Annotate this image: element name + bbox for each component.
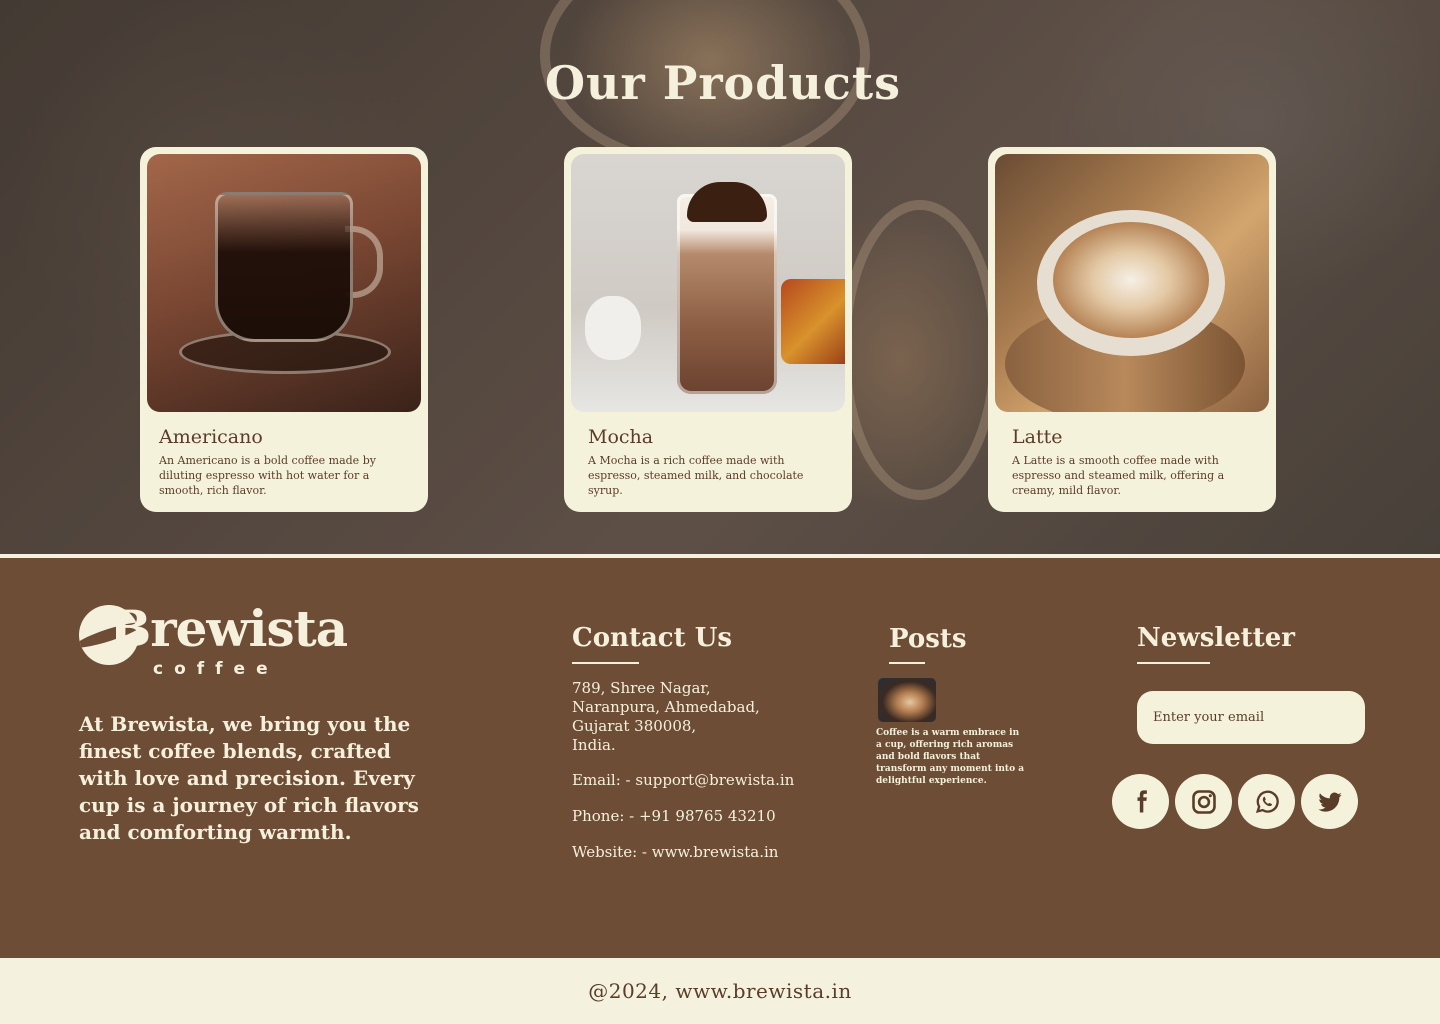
instagram-button[interactable] [1175,774,1232,829]
product-description: A Mocha is a rich coffee made with espre… [588,454,804,497]
copyright-bar: @2024, www.brewista.in [0,958,1440,1024]
address-line: Gujarat 380008, [572,717,697,735]
contact-website[interactable]: Website: - www.brewista.in [572,843,778,861]
post-excerpt[interactable]: Coffee is a warm embrace in a cup, offer… [876,727,1028,787]
twitter-icon [1317,792,1342,812]
americano-image [147,154,421,412]
background-cup [840,200,1000,500]
address-line: India. [572,736,616,754]
product-name: Mocha [588,426,654,448]
latte-image [995,154,1269,412]
contact-email[interactable]: Email: - support@brewista.in [572,771,794,789]
product-card-mocha[interactable]: Mocha A Mocha is a rich coffee made with… [564,147,852,512]
posts-underline [889,662,925,664]
facebook-icon [1137,789,1147,812]
address-line: 789, Shree Nagar, [572,679,711,697]
contact-address: 789, Shree Nagar, Naranpura, Ahmedabad, … [572,679,802,755]
posts-title: Posts [889,624,967,654]
whatsapp-button[interactable] [1238,774,1295,829]
post-thumbnail[interactable] [878,678,936,722]
twitter-button[interactable] [1301,774,1358,829]
product-name: Americano [159,426,263,448]
whatsapp-icon [1255,790,1279,813]
instagram-icon [1191,789,1216,814]
product-description: An Americano is a bold coffee made by di… [159,454,376,497]
product-description: A Latte is a smooth coffee made with esp… [1012,454,1225,497]
logo-subtitle: coffee [153,659,279,679]
contact-title: Contact Us [572,623,732,653]
mocha-image [571,154,845,412]
newsletter-title: Newsletter [1137,623,1296,653]
products-section: Our Products Americano An Americano is a… [0,0,1440,554]
section-title: Our Products [544,56,902,110]
product-card-americano[interactable]: Americano An Americano is a bold coffee … [140,147,428,512]
logo-wordmark: Brewista [109,599,348,658]
copyright-text: @2024, www.brewista.in [588,979,852,1003]
contact-underline [572,662,639,664]
newsletter-underline [1137,662,1210,664]
facebook-button[interactable] [1112,774,1169,829]
product-card-latte[interactable]: Latte A Latte is a smooth coffee made wi… [988,147,1276,512]
contact-phone[interactable]: Phone: - +91 98765 43210 [572,807,776,825]
about-text: At Brewista, we bring you the finest cof… [79,712,419,844]
brand-logo[interactable]: Brewista coffee [79,599,348,683]
newsletter-email-input[interactable] [1137,691,1365,744]
product-name: Latte [1012,426,1063,448]
address-line: Naranpura, Ahmedabad, [572,698,760,716]
